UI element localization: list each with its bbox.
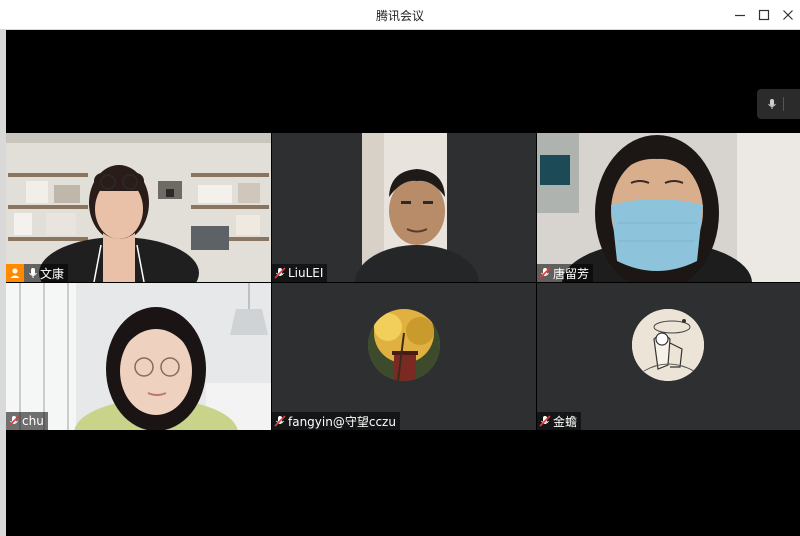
participant-video	[6, 133, 271, 282]
participant-name-tag: 唐留芳	[537, 264, 594, 282]
maximize-icon	[758, 9, 770, 21]
video-tile-6[interactable]: 金蟾	[537, 283, 800, 430]
participant-name-tag: fangyin@守望cczu	[272, 412, 400, 430]
video-tile-1[interactable]: 文康	[6, 133, 271, 282]
participant-name: 金蟾	[553, 414, 578, 429]
participant-name: LiuLEI	[288, 266, 324, 280]
participant-name-tag: chu	[6, 412, 48, 430]
muted-mic-icon	[274, 267, 286, 279]
participant-name: 唐留芳	[553, 266, 590, 281]
floating-toolbar[interactable]	[757, 89, 800, 119]
microphone-icon	[29, 268, 37, 278]
participant-name-tag: 金蟾	[537, 412, 582, 430]
video-tile-3[interactable]: 唐留芳	[537, 133, 800, 282]
minimize-button[interactable]	[730, 5, 750, 25]
participant-name: 文康	[40, 266, 65, 281]
participant-name-tag: 文康	[6, 264, 69, 282]
participant-name: fangyin@守望cczu	[288, 414, 396, 429]
participant-name: chu	[22, 414, 44, 428]
muted-mic-icon	[8, 415, 20, 427]
participant-video	[6, 283, 271, 430]
muted-mic-icon	[274, 415, 286, 427]
participant-video	[537, 133, 800, 282]
muted-mic-icon	[539, 415, 551, 427]
host-badge-icon	[6, 264, 24, 282]
window-title: 腾讯会议	[375, 9, 424, 23]
window-titlebar: 腾讯会议	[0, 0, 800, 30]
avatar	[368, 309, 440, 381]
avatar	[632, 309, 704, 381]
muted-mic-icon	[539, 267, 551, 279]
toolbar-divider	[783, 97, 784, 111]
minimize-icon	[735, 14, 745, 17]
close-button[interactable]	[778, 5, 798, 25]
video-tile-4[interactable]: chu	[6, 283, 271, 430]
video-tile-2[interactable]: LiuLEI	[272, 133, 536, 282]
close-icon	[783, 10, 793, 20]
participant-video	[272, 133, 536, 282]
maximize-button[interactable]	[754, 5, 774, 25]
participant-name-tag: LiuLEI	[272, 264, 328, 282]
video-tile-5[interactable]: fangyin@守望cczu	[272, 283, 536, 430]
meeting-stage: 文康 LiuLEI 唐留芳 chu fangyin@守望cczu 金蟾	[6, 30, 800, 536]
microphone-icon[interactable]	[767, 98, 777, 110]
